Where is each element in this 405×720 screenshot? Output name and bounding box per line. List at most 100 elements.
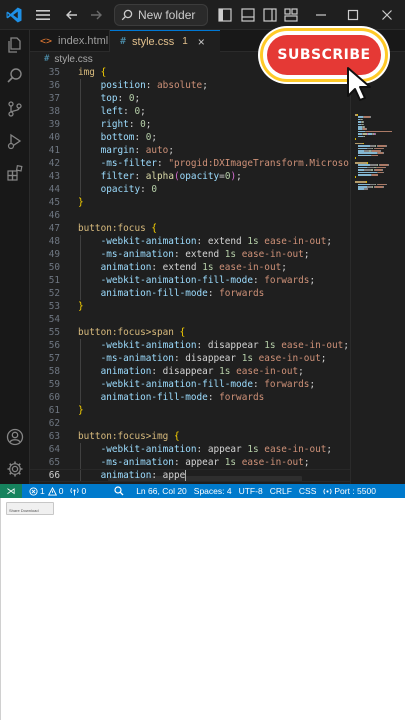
preview-button[interactable]: Share Download	[6, 502, 54, 515]
code-line[interactable]: 43 filter: alpha(opacity=0);	[30, 170, 350, 183]
code-line[interactable]: 55 button:focus>span {	[30, 326, 350, 339]
line-number: 61	[48, 405, 60, 416]
code-text: img {	[78, 67, 107, 78]
code-line[interactable]: 60 animation-fill-mode: forwards	[30, 391, 350, 404]
line-number: 64	[48, 444, 60, 455]
broadcast-icon	[323, 488, 332, 494]
close-window-icon[interactable]	[378, 6, 396, 24]
code-line[interactable]: 52 animation-fill-mode: forwards	[30, 287, 350, 300]
line-number: 38	[48, 106, 60, 117]
minimap-token	[355, 142, 364, 145]
close-tab-icon[interactable]: ×	[198, 35, 205, 49]
menu-icon[interactable]	[34, 6, 52, 24]
maximize-icon[interactable]	[344, 6, 362, 24]
code-line[interactable]: 57 -ms-animation: disappear 1s ease-in-o…	[30, 352, 350, 365]
code-line[interactable]: 54	[30, 313, 350, 326]
remote-indicator[interactable]: ⋊	[0, 484, 22, 498]
extensions-icon[interactable]	[6, 164, 24, 182]
minimap-token	[385, 183, 387, 186]
code-line[interactable]: 39 right: 0;	[30, 118, 350, 131]
explorer-icon[interactable]	[6, 36, 24, 54]
code-line[interactable]: 53}	[30, 300, 350, 313]
code-text: -ms-animation: disappear 1s ease-in-out;	[78, 353, 327, 364]
code-text: }	[78, 405, 84, 416]
end-of-line[interactable]: CRLF	[270, 486, 292, 496]
source-control-icon[interactable]	[6, 100, 24, 118]
code-line[interactable]: 51 -webkit-animation-fill-mode: forwards…	[30, 274, 350, 287]
language-mode[interactable]: CSS	[299, 486, 316, 496]
code-line[interactable]: 49 -ms-animation: extend 1s ease-in-out;	[30, 248, 350, 261]
code-line[interactable]: 42 -ms-filter: "progid:DXImageTransform.…	[30, 157, 350, 170]
problem-count-badge: 1	[182, 36, 188, 47]
code-line[interactable]: 65 -ms-animation: appear 1s ease-in-out;	[30, 456, 350, 469]
line-number: 37	[48, 93, 60, 104]
minimize-icon[interactable]	[312, 6, 330, 24]
code-line[interactable]: 41 margin: auto;	[30, 144, 350, 157]
problems-indicator[interactable]: 1 0	[29, 486, 63, 496]
toggle-primary-sidebar-icon[interactable]	[217, 7, 233, 23]
code-editor[interactable]: 35 img {36 position: absolute; 37 top: 0; 3…	[30, 66, 350, 484]
code-line[interactable]: 48 -webkit-animation: extend 1s ease-in-…	[30, 235, 350, 248]
arrow-right-icon[interactable]	[88, 7, 104, 23]
line-number: 66	[48, 470, 60, 481]
tab-index-html[interactable]: <> index.html	[30, 30, 110, 52]
ports-indicator[interactable]: 0	[70, 486, 86, 496]
minimap-token	[365, 130, 392, 133]
code-line[interactable]: 61}	[30, 404, 350, 417]
code-line[interactable]: 37 top: 0;	[30, 92, 350, 105]
code-line[interactable]: 50 animation: extend 1s ease-in-out;	[30, 261, 350, 274]
minimap-token	[380, 150, 382, 152]
code-line[interactable]: 66 animation: appe	[30, 469, 350, 482]
code-line[interactable]: 62	[30, 417, 350, 430]
tab-style-css[interactable]: # style.css 1 ×	[110, 30, 220, 52]
minimap-token	[375, 133, 377, 135]
toggle-panel-icon[interactable]	[240, 7, 256, 23]
cursor-position[interactable]: Ln 66, Col 20	[136, 486, 187, 496]
radio-tower-icon	[70, 487, 80, 496]
code-line[interactable]: 63 button:focus>img {	[30, 430, 350, 443]
line-number: 62	[48, 418, 60, 429]
code-text: -webkit-animation-fill-mode: forwards;	[78, 379, 316, 390]
minimap-token	[357, 147, 367, 150]
minimap-token	[357, 152, 377, 154]
code-line[interactable]: 46	[30, 209, 350, 222]
code-line[interactable]: 58 animation: disappear 1s ease-in-out;	[30, 365, 350, 378]
line-number: 44	[48, 184, 60, 195]
minimap[interactable]	[350, 66, 405, 484]
account-icon[interactable]	[6, 428, 24, 446]
customize-layout-icon[interactable]	[283, 7, 299, 23]
code-line[interactable]: 47 button:focus {	[30, 222, 350, 235]
minimap-token	[364, 126, 365, 128]
search-icon[interactable]	[6, 67, 24, 85]
tab-label: index.html	[58, 35, 109, 47]
settings-gear-icon[interactable]	[6, 460, 24, 478]
code-text: margin: auto;	[78, 145, 174, 156]
code-line[interactable]: 45}	[30, 196, 350, 209]
run-debug-icon[interactable]	[6, 132, 24, 150]
code-line[interactable]: 59 -webkit-animation-fill-mode: forwards…	[30, 378, 350, 391]
indentation[interactable]: Spaces: 4	[194, 486, 232, 496]
code-line[interactable]: 64 -webkit-animation: appear 1s ease-in-…	[30, 443, 350, 456]
command-center-search[interactable]: New folder	[114, 4, 208, 26]
minimap-token	[357, 166, 367, 169]
zoom-icon[interactable]	[114, 486, 124, 496]
minimap-token	[357, 186, 367, 188]
code-line[interactable]: 56 -webkit-animation: disappear 1s ease-…	[30, 339, 350, 352]
code-text: left: 0;	[78, 106, 146, 117]
minimap-token	[355, 162, 367, 164]
arrow-left-icon[interactable]	[64, 7, 80, 23]
minimap-token	[355, 138, 356, 140]
code-text: -webkit-animation: extend 1s ease-in-out…	[78, 236, 333, 247]
minimap-token	[357, 114, 359, 116]
code-line[interactable]: 40 bottom: 0;	[30, 131, 350, 144]
code-line[interactable]: 44 opacity: 0	[30, 183, 350, 196]
code-line[interactable]: 38 left: 0;	[30, 105, 350, 118]
encoding[interactable]: UTF-8	[239, 486, 263, 496]
breadcrumb-file[interactable]: style.css	[54, 54, 92, 65]
minimap-token	[374, 169, 383, 171]
toggle-secondary-sidebar-icon[interactable]	[262, 7, 278, 23]
live-server-port[interactable]: Port : 5500	[323, 486, 376, 496]
line-number: 57	[48, 353, 60, 364]
code-text: animation: extend 1s ease-in-out;	[78, 262, 287, 273]
minimap-token	[357, 174, 372, 176]
